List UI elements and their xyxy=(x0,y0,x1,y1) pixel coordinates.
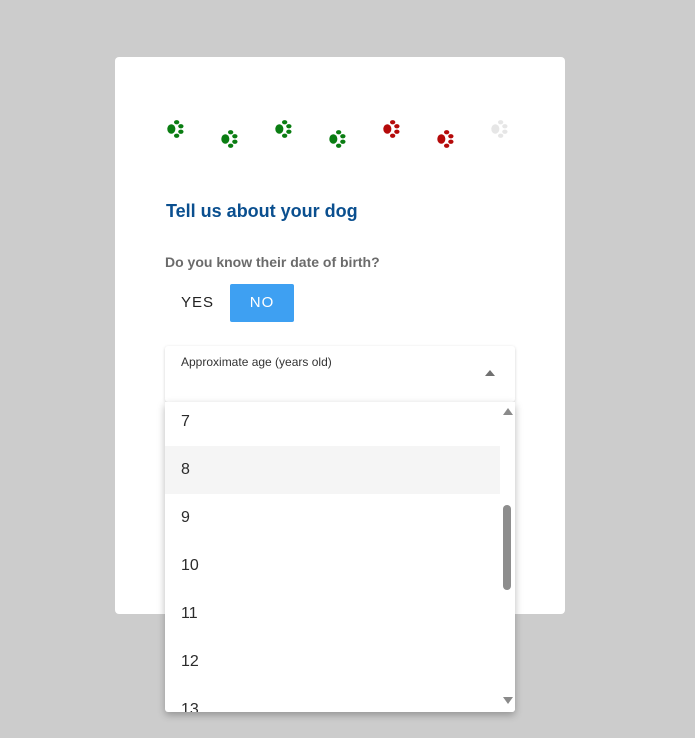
dob-toggle: YES NO xyxy=(165,284,294,322)
age-option[interactable]: 11 xyxy=(165,590,500,638)
chevron-up-icon[interactable] xyxy=(485,370,495,376)
no-button[interactable]: NO xyxy=(230,284,294,322)
scroll-down-arrow-icon[interactable] xyxy=(503,697,513,704)
age-option[interactable]: 12 xyxy=(165,638,500,686)
paw-icon xyxy=(164,118,186,140)
paw-icon xyxy=(434,128,456,150)
dropdown-scrollbar[interactable] xyxy=(500,402,515,712)
scroll-up-arrow-icon[interactable] xyxy=(503,408,513,415)
age-option[interactable]: 9 xyxy=(165,494,500,542)
age-options-list: 7 8 9 10 11 12 13 xyxy=(165,402,500,712)
progress-paws xyxy=(164,114,524,154)
paw-icon xyxy=(488,118,510,140)
age-option[interactable]: 8 xyxy=(165,446,500,494)
scroll-thumb[interactable] xyxy=(503,505,511,590)
paw-icon xyxy=(218,128,240,150)
dob-question: Do you know their date of birth? xyxy=(165,254,380,270)
paw-icon xyxy=(272,118,294,140)
age-option[interactable]: 7 xyxy=(165,402,500,446)
paw-icon xyxy=(326,128,348,150)
age-select[interactable]: Approximate age (years old) xyxy=(165,346,515,402)
age-select-label: Approximate age (years old) xyxy=(181,355,332,369)
age-option[interactable]: 13 xyxy=(165,686,500,712)
age-dropdown-menu: 7 8 9 10 11 12 13 xyxy=(165,402,515,712)
age-option[interactable]: 10 xyxy=(165,542,500,590)
page-title: Tell us about your dog xyxy=(166,201,358,221)
paw-icon xyxy=(380,118,402,140)
yes-button[interactable]: YES xyxy=(165,284,230,322)
